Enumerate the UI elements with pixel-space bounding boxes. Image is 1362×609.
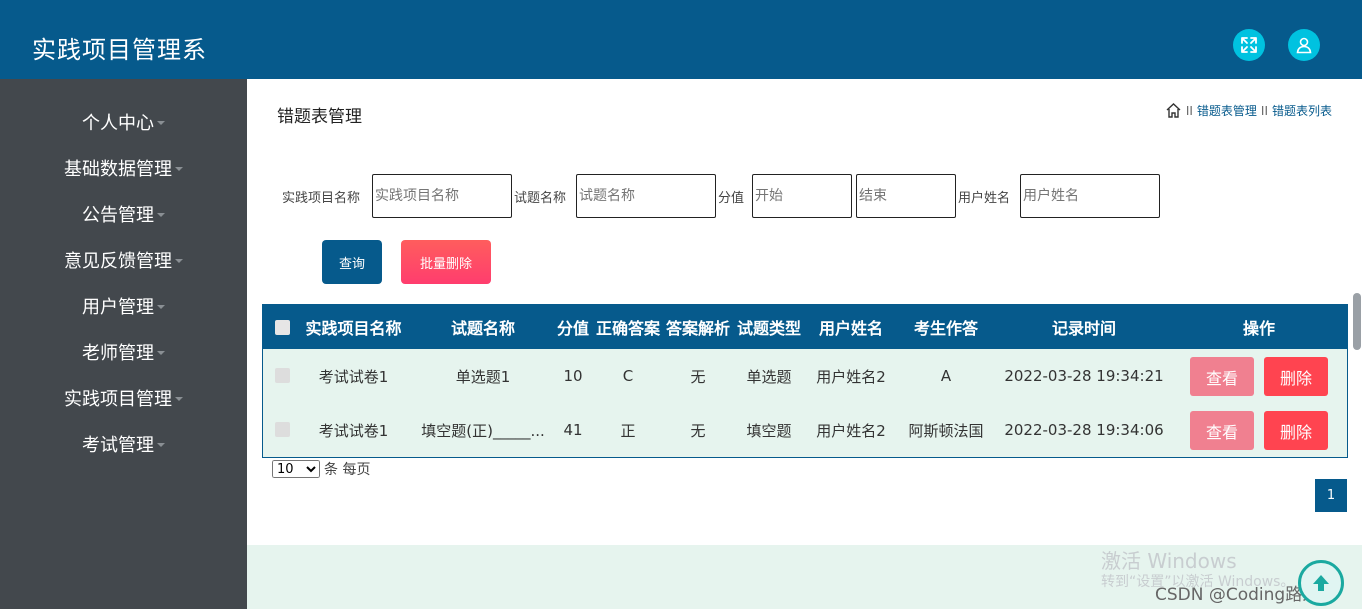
windows-activation-title: 激活 Windows [1101,549,1237,573]
cell-answer: C [622,367,634,385]
sidebar-item-label: 考试管理 [82,435,154,456]
header-student-answer: 考生作答 [913,319,978,338]
score-start-input[interactable] [752,174,852,218]
header-answer: 正确答案 [595,319,660,338]
cell-time: 2022-03-28 19:34:21 [1004,367,1164,385]
sidebar-item-base-data[interactable]: 基础数据管理 [0,145,247,191]
arrow-up-icon [1313,575,1329,591]
caret-down-icon [175,167,183,171]
header-username: 用户姓名 [818,319,883,338]
scrollbar-thumb[interactable] [1353,293,1361,350]
app-title: 实践项目管理系 [32,36,207,64]
sidebar-item-label: 实践项目管理 [64,389,172,410]
page-size-suffix: 条 每页 [324,462,371,478]
caret-down-icon [157,443,165,447]
page-title: 错题表管理 [277,107,362,127]
caret-down-icon [157,351,165,355]
header-project: 实践项目名称 [305,319,402,338]
table-header: 实践项目名称 试题名称 分值 正确答案 答案解析 试题类型 用户姓名 考生作答 … [263,305,1347,349]
caret-down-icon [157,305,165,309]
batch-delete-button[interactable]: 批量删除 [401,240,491,284]
username-input[interactable] [1020,174,1160,218]
cell-student-answer: A [940,367,952,385]
delete-button[interactable]: 删除 [1264,357,1328,396]
view-button[interactable]: 查看 [1190,411,1254,450]
table-row: 考试试卷1 单选题1 10 C 无 单选题 用户姓名2 A 2022-03-28… [263,349,1347,403]
sidebar-item-teachers[interactable]: 老师管理 [0,329,247,375]
page-size-control: 10 条 每页 [272,459,370,479]
view-button[interactable]: 查看 [1190,357,1254,396]
page-number-button[interactable]: 1 [1315,479,1347,512]
cell-student-answer: 阿斯顿法国 [908,421,984,440]
header-question: 试题名称 [450,319,515,338]
breadcrumb-mistake-management[interactable]: 错题表管理 [1197,102,1257,119]
sidebar-item-label: 意见反馈管理 [64,251,172,272]
cell-type: 单选题 [746,367,792,386]
header-type: 试题类型 [736,319,801,338]
header-analysis: 答案解析 [665,319,730,338]
breadcrumb-separator: II [1185,103,1193,118]
cell-project: 考试试卷1 [318,367,389,386]
fullscreen-button[interactable] [1233,29,1265,61]
question-name-label: 试题名称 [514,191,567,206]
breadcrumb-mistake-list: 错题表列表 [1271,104,1332,118]
sidebar: 个人中心 基础数据管理 公告管理 意见反馈管理 用户管理 老师管理 实践项目管理… [0,79,247,609]
cell-username: 用户姓名2 [816,421,886,440]
cell-type: 填空题 [746,421,792,440]
breadcrumb: II 错题表管理 II 错题表列表 [1165,102,1332,119]
score-label: 分值 [718,191,745,206]
sidebar-item-label: 基础数据管理 [64,159,172,180]
project-name-label: 实践项目名称 [282,191,361,206]
cell-score: 41 [563,421,583,439]
sidebar-item-users[interactable]: 用户管理 [0,283,247,329]
sidebar-item-announcements[interactable]: 公告管理 [0,191,247,237]
username-label: 用户姓名 [958,191,1011,206]
sidebar-item-feedback[interactable]: 意见反馈管理 [0,237,247,283]
cell-analysis: 无 [690,421,706,440]
page-size-select[interactable]: 10 [272,460,320,478]
header-operation: 操作 [1242,319,1275,338]
sidebar-item-label: 用户管理 [82,297,154,318]
header-score: 分值 [556,319,589,338]
sidebar-item-projects[interactable]: 实践项目管理 [0,375,247,421]
sidebar-item-exams[interactable]: 考试管理 [0,421,247,467]
cell-time: 2022-03-28 19:34:06 [1004,421,1164,439]
user-button[interactable] [1288,29,1320,61]
sidebar-item-label: 公告管理 [82,205,154,226]
cell-username: 用户姓名2 [816,367,886,386]
select-all-checkbox[interactable] [275,320,290,335]
query-button[interactable]: 查询 [322,240,382,284]
home-icon[interactable] [1165,102,1182,119]
row-checkbox[interactable] [275,368,290,383]
caret-down-icon [157,213,165,217]
fullscreen-icon [1241,37,1257,53]
project-name-input[interactable] [372,174,512,218]
delete-button[interactable]: 删除 [1264,411,1328,450]
sidebar-item-label: 老师管理 [82,343,154,364]
sidebar-item-personal-center[interactable]: 个人中心 [0,99,247,145]
user-icon [1296,37,1312,54]
row-checkbox[interactable] [275,422,290,437]
cell-analysis: 无 [690,367,706,386]
caret-down-icon [157,121,165,125]
sidebar-item-label: 个人中心 [82,113,154,134]
question-name-input[interactable] [576,174,716,218]
cell-project: 考试试卷1 [318,421,389,440]
mistake-table: 实践项目名称 试题名称 分值 正确答案 答案解析 试题类型 用户姓名 考生作答 … [262,304,1348,458]
score-end-input[interactable] [856,174,956,218]
cell-answer: 正 [620,421,636,440]
top-bar: 实践项目管理系 [0,0,1362,79]
cell-question: 单选题1 [455,367,511,386]
caret-down-icon [175,397,183,401]
caret-down-icon [175,259,183,263]
back-to-top-button[interactable] [1298,560,1344,606]
cell-question: 填空题(正)_____... [421,421,545,440]
table-row: 考试试卷1 填空题(正)_____... 41 正 无 填空题 用户姓名2 阿斯… [263,403,1347,457]
header-time: 记录时间 [1051,319,1116,338]
breadcrumb-separator: II [1260,103,1268,118]
cell-score: 10 [563,367,583,385]
